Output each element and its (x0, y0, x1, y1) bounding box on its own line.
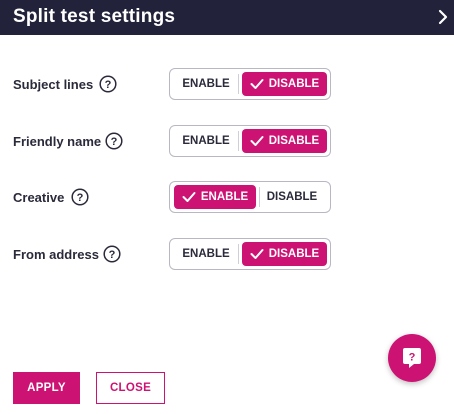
help-icon[interactable]: ? (71, 188, 89, 206)
enable-option[interactable]: ENABLE (174, 242, 238, 266)
setting-label: Subject lines (13, 77, 94, 92)
svg-text:?: ? (109, 249, 116, 261)
enable-disable-toggle: ENABLE DISABLE (169, 238, 331, 270)
enable-label: ENABLE (182, 78, 230, 90)
toggle-divider (238, 74, 239, 94)
enable-option[interactable]: ENABLE (174, 72, 238, 96)
setting-row-friendly-name: Friendly name ? ENABLE DISABLE (0, 125, 454, 159)
disable-label: DISABLE (268, 78, 320, 90)
disable-label: DISABLE (268, 135, 320, 147)
panel-header: Split test settings (0, 0, 454, 35)
disable-option[interactable]: DISABLE (242, 72, 327, 96)
chevron-right-icon[interactable] (436, 8, 450, 26)
help-chat-button[interactable]: ? (388, 334, 436, 382)
panel-title: Split test settings (13, 6, 176, 27)
enable-label: ENABLE (200, 191, 249, 203)
help-icon[interactable]: ? (103, 245, 121, 263)
setting-label: Creative (13, 190, 65, 205)
enable-disable-toggle: ENABLE DISABLE (169, 125, 331, 157)
disable-option[interactable]: DISABLE (242, 242, 327, 266)
close-label: CLOSE (109, 382, 152, 394)
apply-label: APPLY (27, 382, 66, 394)
setting-row-subject-lines: Subject lines ? ENABLE DISABLE (0, 68, 454, 102)
toggle-divider (238, 131, 239, 151)
disable-label: DISABLE (266, 191, 318, 203)
setting-label: Friendly name (13, 134, 102, 149)
check-icon (250, 79, 264, 89)
check-icon (250, 249, 264, 259)
setting-row-from-address: From address ? ENABLE DISABLE (0, 238, 454, 272)
disable-option[interactable]: DISABLE (242, 129, 327, 153)
svg-text:?: ? (105, 79, 112, 91)
setting-label: From address (13, 247, 99, 262)
chat-question-icon: ? (403, 348, 421, 368)
help-icon[interactable]: ? (99, 75, 117, 93)
disable-label: DISABLE (268, 248, 320, 260)
fab-glyph: ? (409, 352, 416, 364)
enable-option[interactable]: ENABLE (174, 129, 238, 153)
toggle-divider (238, 244, 239, 264)
enable-label: ENABLE (182, 248, 230, 260)
check-icon (250, 136, 264, 146)
disable-option[interactable]: DISABLE (256, 185, 328, 209)
svg-text:?: ? (77, 192, 84, 204)
help-icon[interactable]: ? (105, 132, 123, 150)
svg-text:?: ? (111, 136, 118, 148)
enable-disable-toggle: ENABLE DISABLE (169, 181, 331, 213)
setting-row-creative: Creative ? ENABLE DISABLE (0, 181, 454, 215)
enable-option[interactable]: ENABLE (174, 185, 256, 209)
apply-button[interactable]: APPLY (13, 372, 80, 404)
enable-label: ENABLE (182, 135, 230, 147)
check-icon (182, 192, 196, 202)
enable-disable-toggle: ENABLE DISABLE (169, 68, 331, 100)
close-button[interactable]: CLOSE (96, 372, 165, 404)
